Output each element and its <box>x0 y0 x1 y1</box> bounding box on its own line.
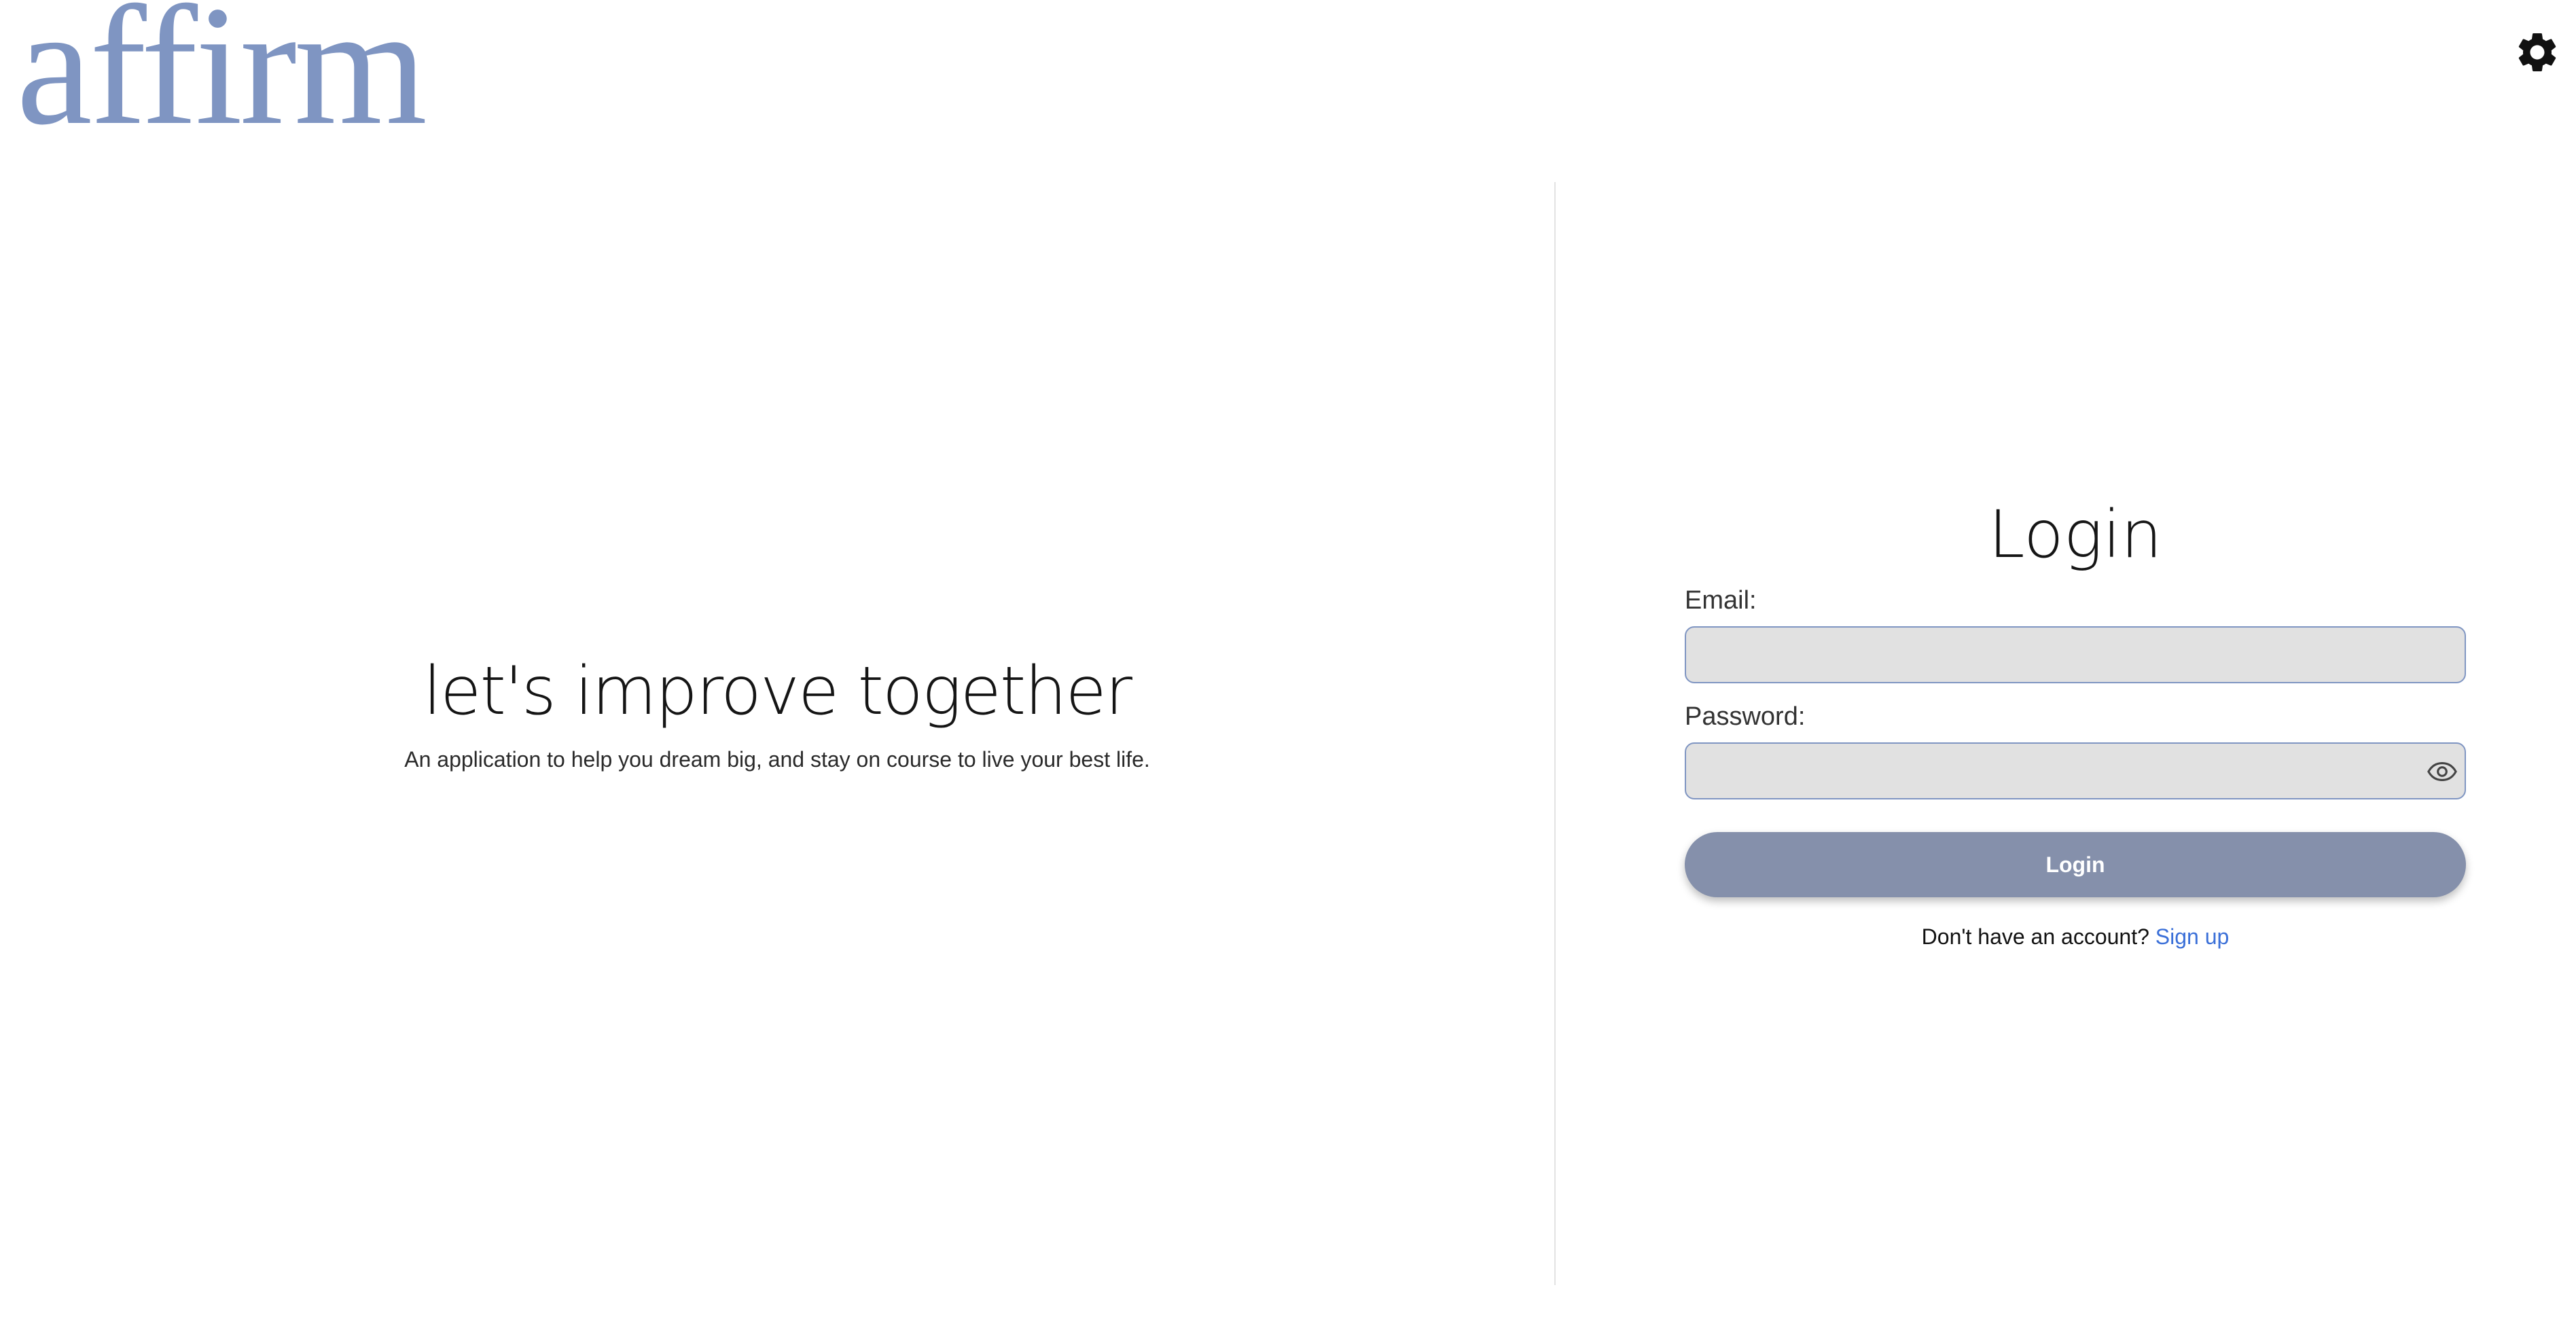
password-field-wrapper <box>1685 742 2466 800</box>
login-button[interactable]: Login <box>1685 832 2466 898</box>
hero-title: let's improve together <box>423 653 1132 730</box>
email-label: Email: <box>1685 586 1757 615</box>
app-logo: affirm <box>16 0 427 160</box>
gear-icon <box>2518 33 2556 71</box>
email-field[interactable] <box>1685 626 2466 684</box>
signup-prompt: Don't have an account? Sign up <box>1685 924 2466 950</box>
hero-subtitle: An application to help you dream big, an… <box>404 746 1150 772</box>
login-panel: Login Email: Password: Login Don't have … <box>1685 496 2466 950</box>
signup-prompt-text: Don't have an account? <box>1921 924 2149 950</box>
email-field-wrapper <box>1685 626 2466 684</box>
settings-button[interactable] <box>2514 29 2561 76</box>
login-title: Login <box>1988 497 2162 573</box>
password-field[interactable] <box>1685 742 2466 800</box>
eye-icon <box>2427 762 2457 782</box>
signup-link[interactable]: Sign up <box>2155 924 2230 949</box>
show-password-toggle[interactable] <box>2427 756 2458 787</box>
password-label: Password: <box>1685 702 1806 732</box>
vertical-divider <box>1554 182 1556 1285</box>
hero-section: let's improve together An application to… <box>0 652 1554 772</box>
